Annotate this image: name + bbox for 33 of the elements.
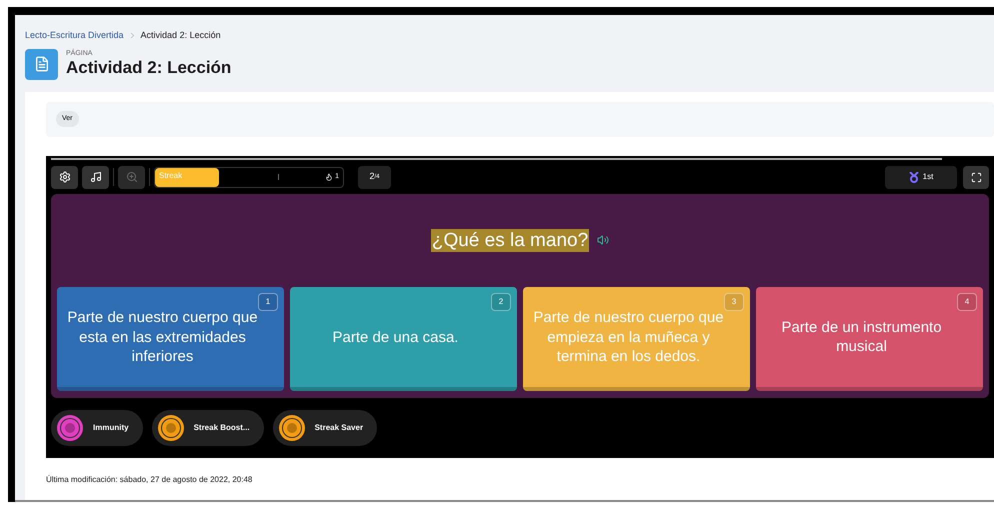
- question-text: ¿Qué es la mano?: [430, 228, 590, 252]
- rank-badge: 1st: [885, 166, 957, 188]
- answer-text: Parte de nuestro cuerpo que empieza en la muñeca y termina en los dedos.: [532, 308, 725, 366]
- zoom-button[interactable]: [118, 166, 145, 188]
- powerup-button[interactable]: Streak Saver: [272, 410, 378, 446]
- page-icon: [25, 48, 58, 80]
- powerup-button[interactable]: Streak Boost...: [152, 410, 264, 446]
- music-button[interactable]: [82, 166, 109, 188]
- medal-icon: [908, 172, 919, 182]
- breadcrumb-link[interactable]: Lecto-Escritura Divertida: [25, 29, 124, 42]
- answer-number: 1: [258, 293, 278, 312]
- zoom-in-icon: [126, 171, 138, 183]
- answer-card[interactable]: Parte de nuestro cuerpo que esta en las extremidades inferiores 1: [57, 287, 284, 392]
- breadcrumb-current: Actividad 2: Lección: [140, 29, 221, 42]
- fullscreen-icon: [970, 172, 982, 182]
- flame-icon: [325, 173, 333, 181]
- music-note-icon: [90, 171, 102, 183]
- last-modified-text: Última modificación: sábado, 27 de agosto de 2022, 20:48: [46, 474, 254, 486]
- streak-label: Streak: [159, 170, 182, 182]
- settings-button[interactable]: [51, 166, 78, 188]
- answer-number: 2: [491, 293, 511, 312]
- answer-number: 3: [724, 293, 744, 312]
- speaker-icon[interactable]: [597, 234, 610, 246]
- answer-card[interactable]: Parte de un instrumento musical 4: [756, 287, 983, 392]
- answer-card[interactable]: Parte de una casa. 2: [290, 287, 517, 392]
- fullscreen-button[interactable]: [963, 166, 989, 188]
- settings-icon: [58, 171, 70, 183]
- page-title: Actividad 2: Lección: [66, 56, 232, 78]
- answer-number: 4: [957, 293, 977, 312]
- answer-text: Parte de una casa.: [332, 328, 458, 347]
- answer-text: Parte de un instrumento musical: [780, 318, 943, 357]
- answer-text: Parte de nuestro cuerpo que esta en las extremidades inferiores: [66, 308, 259, 366]
- powerup-button[interactable]: Immunity: [51, 410, 143, 446]
